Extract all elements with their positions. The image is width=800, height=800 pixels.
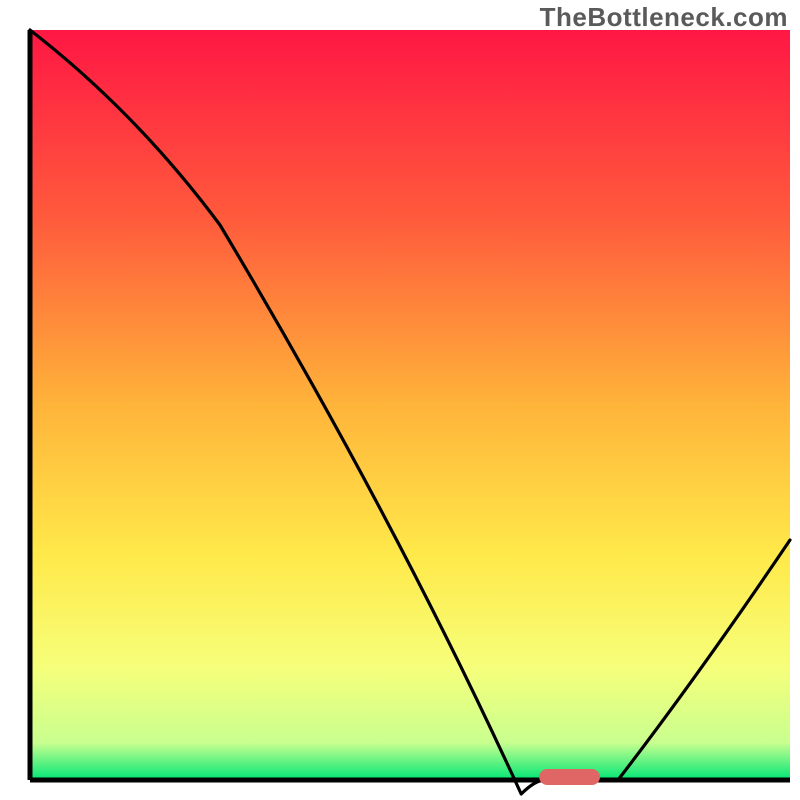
plot-area <box>30 30 790 780</box>
chart-container: TheBottleneck.com <box>0 0 800 800</box>
watermark-text: TheBottleneck.com <box>540 2 788 33</box>
bottleneck-chart <box>0 0 800 800</box>
min-marker <box>539 769 600 785</box>
